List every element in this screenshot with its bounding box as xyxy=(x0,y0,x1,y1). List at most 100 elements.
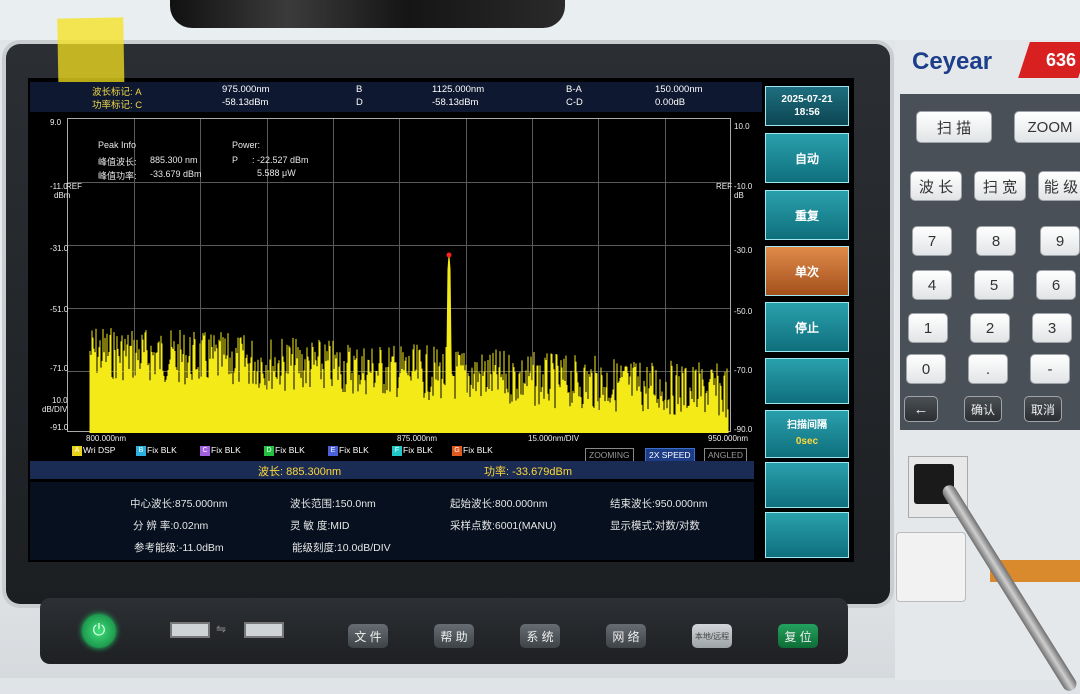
trace-color-swatch: C xyxy=(200,445,210,456)
trace-color-swatch: E xyxy=(328,445,338,456)
key-3[interactable]: 3 xyxy=(1032,313,1072,343)
softkey-blank-3[interactable] xyxy=(765,512,849,558)
key-4[interactable]: 4 xyxy=(912,270,952,300)
param-display[interactable]: 显示模式:对数/对数 xyxy=(610,518,700,533)
parameter-panel: 中心波长:875.000nm 波长范围:150.0nm 起始波长:800.000… xyxy=(30,482,754,560)
trace-c-indicator[interactable]: C Fix BLK xyxy=(200,443,241,457)
trace-a-indicator[interactable]: A Wri DSP xyxy=(72,443,115,457)
key-5[interactable]: 5 xyxy=(974,270,1014,300)
key-confirm[interactable]: 确认 xyxy=(964,396,1002,422)
y-left-tick: -51.0 xyxy=(50,305,69,314)
port-cover xyxy=(896,532,966,602)
key-cancel[interactable]: 取消 xyxy=(1024,396,1062,422)
param-ref-level[interactable]: 参考能级:-11.0dBm xyxy=(134,540,224,555)
param-scale[interactable]: 能级刻度:10.0dB/DIV xyxy=(292,540,391,555)
power-p-value: : -22.527 dBm xyxy=(252,155,309,165)
softkey-repeat[interactable]: 重复 xyxy=(765,190,849,240)
softkey-auto[interactable]: 自动 xyxy=(765,133,849,183)
param-span[interactable]: 波长范围:150.0nm xyxy=(290,496,376,511)
button-help[interactable]: 帮 助 xyxy=(434,624,474,648)
button-file[interactable]: 文 件 xyxy=(348,624,388,648)
readout-power: 功率: -33.679dBm xyxy=(484,466,573,478)
button-reset[interactable]: 复 位 xyxy=(778,624,818,648)
scale-unit: dB/DIV xyxy=(42,405,68,414)
key-2[interactable]: 2 xyxy=(970,313,1010,343)
trace-b-indicator[interactable]: B Fix BLK xyxy=(136,443,177,457)
softkey-single[interactable]: 单次 xyxy=(765,246,849,296)
power-button[interactable]: ⏻ xyxy=(82,614,116,648)
trace-f-indicator[interactable]: F Fix BLK xyxy=(392,443,433,457)
time-text: 18:56 xyxy=(794,107,820,118)
param-resolution[interactable]: 分 辨 率:0.02nm xyxy=(133,518,208,533)
key-8[interactable]: 8 xyxy=(976,226,1016,256)
key-zoom[interactable]: ZOOM xyxy=(1014,111,1080,143)
peak-info-title: Peak Info xyxy=(98,140,137,150)
softkey-stop[interactable]: 停止 xyxy=(765,302,849,352)
x-center-label: 875.000nm xyxy=(397,434,438,443)
trace-label: Fix BLK xyxy=(147,445,177,455)
trace-label: Fix BLK xyxy=(463,445,493,455)
trace-color-swatch: F xyxy=(392,445,402,456)
marker-c-value: -58.13dBm xyxy=(222,97,269,108)
interval-label: 扫描间隔 xyxy=(787,420,827,431)
y-right-tick: 10.0 xyxy=(734,122,750,131)
key-9[interactable]: 9 xyxy=(1040,226,1080,256)
param-center[interactable]: 中心波长:875.000nm xyxy=(130,496,227,511)
param-points[interactable]: 采样点数:6001(MANU) xyxy=(450,518,556,533)
usb-port-2 xyxy=(244,622,284,638)
key-0[interactable]: 0 xyxy=(906,354,946,384)
softkey-interval[interactable]: 扫描间隔 0sec xyxy=(765,410,849,458)
trace-label: Fix BLK xyxy=(275,445,305,455)
y-left-tick: -91.0 xyxy=(50,423,69,432)
key-dot[interactable]: . xyxy=(968,354,1008,384)
button-network[interactable]: 网 络 xyxy=(606,624,646,648)
y-right-tick: -70.0 xyxy=(734,366,753,375)
key-7[interactable]: 7 xyxy=(912,226,952,256)
x-start-label: 800.000nm xyxy=(86,434,127,443)
button-system[interactable]: 系 统 xyxy=(520,624,560,648)
param-stop[interactable]: 结束波长:950.000nm xyxy=(610,496,707,511)
marker-b-value: 1125.000nm xyxy=(432,84,485,95)
y-left-tick: 9.0 xyxy=(50,118,62,127)
softkey-blank-2[interactable] xyxy=(765,462,849,508)
marker-ba-label: B-A xyxy=(566,84,582,95)
status-angled: ANGLED xyxy=(704,448,747,462)
y-right-tick: -10.0 xyxy=(734,182,753,191)
brand-logo: Ceyear xyxy=(912,48,993,75)
spectrum-plot[interactable] xyxy=(67,118,731,433)
key-wavelength[interactable]: 波 长 xyxy=(910,171,962,201)
trace-label: Fix BLK xyxy=(339,445,369,455)
trace-color-swatch: A xyxy=(72,445,82,456)
ref-left: REF xyxy=(66,182,82,191)
key-backspace[interactable]: ← xyxy=(904,396,938,422)
trace-e-indicator[interactable]: E Fix BLK xyxy=(328,443,369,457)
key-span[interactable]: 扫 宽 xyxy=(974,171,1026,201)
key-minus[interactable]: - xyxy=(1030,354,1070,384)
y-left-tick: -31.0 xyxy=(50,244,69,253)
key-scan[interactable]: 扫 描 xyxy=(916,111,992,143)
power-uw-value: 5.588 μW xyxy=(257,168,296,178)
x-end-label: 950.000nm xyxy=(708,434,749,443)
trace-label: Wri DSP xyxy=(83,445,116,455)
marker-a-label: 波长标记: A xyxy=(92,87,142,98)
y-left-tick: -11.0 xyxy=(50,182,68,191)
trace-g-indicator[interactable]: G Fix BLK xyxy=(452,443,493,457)
readout-bar: 波长: 885.300nm 功率: -33.679dBm xyxy=(30,461,754,479)
usb-icon: ⇋ xyxy=(216,622,227,636)
scale-value: 10.0 xyxy=(52,396,68,405)
key-level[interactable]: 能 级 xyxy=(1038,171,1080,201)
softkey-blank-1[interactable] xyxy=(765,358,849,404)
param-sensitivity[interactable]: 灵 敏 度:MID xyxy=(290,518,350,533)
x-div-label: 15.000nm/DIV xyxy=(528,434,580,443)
status-speed: 2X SPEED xyxy=(645,448,695,462)
interval-value: 0sec xyxy=(795,436,819,447)
marker-b-label: B xyxy=(356,84,363,95)
peak-pw-label: 峰值功率: xyxy=(98,171,137,181)
key-6[interactable]: 6 xyxy=(1036,270,1076,300)
key-1[interactable]: 1 xyxy=(908,313,948,343)
button-local-remote[interactable]: 本地/远程 xyxy=(692,624,732,648)
peak-line xyxy=(445,255,453,433)
param-start[interactable]: 起始波长:800.000nm xyxy=(450,496,547,511)
date-text: 2025-07-21 xyxy=(781,94,833,105)
trace-d-indicator[interactable]: D Fix BLK xyxy=(264,443,305,457)
